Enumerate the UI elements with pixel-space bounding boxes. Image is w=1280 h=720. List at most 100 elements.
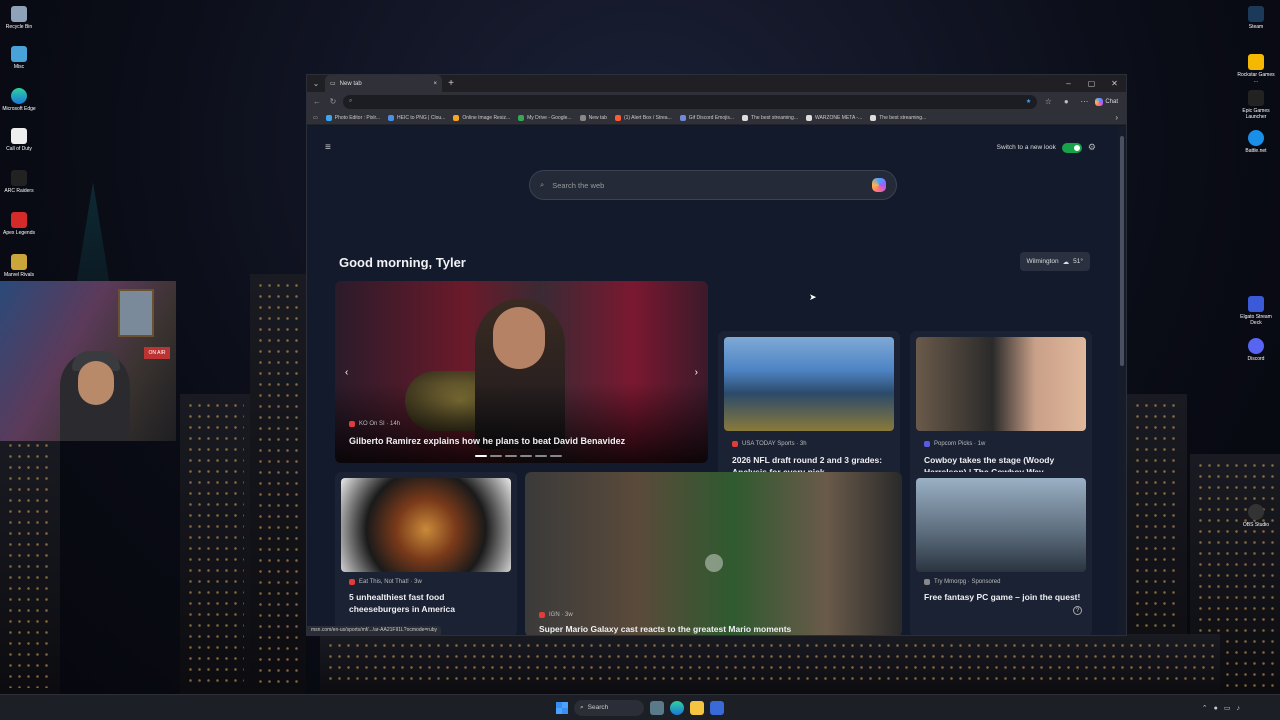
bookmark-favicon [870,114,877,121]
tab-new-tab[interactable]: ▭ New tab × [325,75,442,92]
marvel-rivals-icon [11,254,27,270]
bookmarks-bar: ▭ Photo Editor : Pixlr... HEIC to PNG | … [307,111,1126,125]
taskbar-search[interactable]: ⌕ Search [574,699,644,716]
search-icon: ⌕ [349,98,353,104]
tab-page-icon: ▭ [330,81,336,87]
chat-label: Chat [1105,98,1118,105]
back-arrow-icon[interactable]: ← [311,97,323,106]
hero-news-card[interactable]: ‹ › KO On SI · 14h Gilberto Ramirez expl… [335,281,708,463]
video-card[interactable]: IGN · 3w Super Mario Galaxy cast reacts … [525,472,902,635]
weather-widget[interactable]: Wilmington ☁ 51° [1019,252,1090,271]
menu-icon[interactable]: ≡ [325,142,331,153]
desktop-icon-apex[interactable]: Apex Legends [0,212,38,236]
boxer-face [493,307,545,369]
tab-list-chevron-icon[interactable]: ⌄ [307,75,325,92]
scrollbar[interactable] [1118,126,1126,635]
card-title: 5 unhealthiest fast food cheeseburgers i… [349,592,455,614]
bookmark-item[interactable]: The best streaming... [870,114,926,121]
bookmark-item[interactable]: Gif Discord Emojis... [679,114,734,121]
copilot-icon[interactable] [872,178,886,192]
card-source: Popcorn Picks · 1w [924,441,985,447]
maximize-button[interactable]: ▢ [1080,75,1103,92]
profile-avatar[interactable]: ● [1059,97,1073,106]
desktop-icon-call-of-duty[interactable]: Call of Duty [0,128,38,152]
start-button[interactable] [556,701,568,714]
weather-icon: ☁ [1062,258,1070,266]
source-logo [539,612,545,618]
desktop-icon-steam[interactable]: Steam [1237,6,1275,30]
building [1190,454,1280,694]
bookmark-item[interactable]: My Drive - Google... [518,114,572,121]
address-bar[interactable]: ⌕ ★ [343,94,1038,109]
desktop-icon-rockstar[interactable]: Rockstar Games ... [1237,54,1275,84]
desktop-icon-recycle-bin[interactable]: Recycle Bin [0,6,38,30]
tab-close-icon[interactable]: × [433,81,437,87]
bookmark-item[interactable]: Online Image Resiz... [453,114,510,121]
bookmark-item[interactable]: HEIC to PNG | Clou... [388,114,445,121]
source-logo [924,441,930,447]
copilot-chat-button[interactable]: Chat [1095,97,1122,106]
news-card[interactable]: Eat This, Not That! · 3w 5 unhealthiest … [335,472,517,635]
bookmark-favicon [518,114,525,121]
favorite-star-icon[interactable]: ★ [1026,98,1031,105]
sidebar-toggle-icon[interactable]: ▭ [313,115,318,121]
web-search-box[interactable]: ⌕ Search the web [529,170,897,200]
edge-icon[interactable] [670,700,684,715]
desktop-icon-discord[interactable]: Discord [1237,338,1275,362]
microphone-icon[interactable]: ● [1214,705,1218,712]
gear-icon[interactable]: ⚙ [1088,142,1096,153]
carousel-dot[interactable] [535,455,547,457]
play-icon[interactable] [705,554,723,572]
desktop-icon-arc-raiders[interactable]: ARC Raiders [0,170,38,194]
desktop-icon-battlenet[interactable]: Battle.net [1237,130,1275,154]
widgets-icon[interactable] [650,700,664,715]
desktop-icon-edge[interactable]: Microsoft Edge [0,88,38,112]
carousel-dot[interactable] [550,455,562,457]
desktop-icon-misc[interactable]: Misc [0,46,38,70]
streamer-face [78,361,114,405]
carousel-next-icon[interactable]: › [695,367,698,378]
close-button[interactable]: ✕ [1103,75,1126,92]
desktop-icon-elgato[interactable]: Elgato Stream Deck [1237,296,1275,326]
wall-frame [118,289,154,337]
help-icon[interactable]: ? [1073,606,1082,615]
carousel-dot[interactable] [520,455,532,457]
desktop-icon-obs[interactable]: OBS Studio [1237,504,1275,528]
bookmark-item[interactable]: (1) Alert Box / Strea... [614,114,672,121]
tray-chevron-icon[interactable]: ⌃ [1202,704,1208,712]
scrollbar-thumb[interactable] [1120,136,1124,366]
new-tab-button[interactable]: + [442,75,460,92]
bookmark-item[interactable]: WARZONE META -... [806,114,862,121]
bookmark-favicon [614,114,621,121]
carousel-dot[interactable] [475,455,487,457]
bookmark-item[interactable]: Photo Editor : Pixlr... [325,114,380,121]
bookmark-item[interactable]: The best streaming... [742,114,798,121]
on-air-sign: ON AIR [144,347,170,359]
source-logo [924,579,930,585]
carousel-dot[interactable] [490,455,502,457]
app-icon[interactable] [710,700,724,715]
favorites-icon[interactable]: ☆ [1041,97,1055,106]
system-tray: ⌃ ● ▭ ♪ [1202,695,1240,720]
more-menu-icon[interactable]: ⋯ [1077,97,1091,106]
card-source: IGN · 3w [539,612,573,618]
file-explorer-icon[interactable] [690,700,704,715]
volume-icon[interactable]: ♪ [1237,705,1241,712]
search-input[interactable]: Search the web [552,181,864,190]
carousel-prev-icon[interactable]: ‹ [345,367,348,378]
bookmarks-overflow-chevron-icon[interactable]: › [1115,111,1118,124]
bookmark-item[interactable]: New tab [579,114,607,121]
network-icon[interactable]: ▭ [1224,704,1231,712]
carousel-dot[interactable] [505,455,517,457]
refresh-icon[interactable]: ↻ [327,97,339,106]
new-look-toggle[interactable] [1061,142,1082,153]
card-source: Try Mmorpg · Sponsored [924,579,1000,585]
sponsored-card[interactable]: Try Mmorpg · Sponsored Free fantasy PC g… [910,472,1092,635]
desktop-icon-marvel-rivals[interactable]: Marvel Rivals [0,254,38,278]
weather-temp: 51° [1073,258,1083,265]
building [250,274,306,694]
copilot-icon [1095,97,1104,106]
minimize-button[interactable]: – [1057,75,1080,92]
desktop-icon-epic[interactable]: Epic Games Launcher [1237,90,1275,120]
carousel-dots [475,455,562,457]
